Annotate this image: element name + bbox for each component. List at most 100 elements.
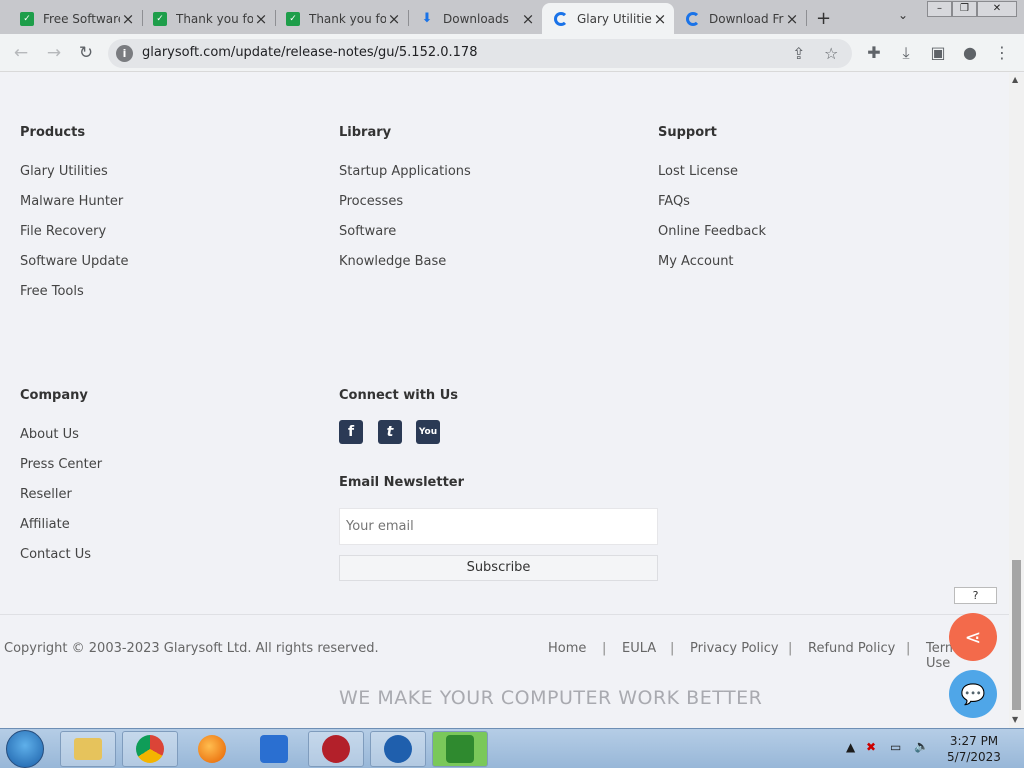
footer-link-eula[interactable]: EULA — [622, 641, 656, 656]
taskbar-iobit[interactable] — [432, 731, 488, 767]
close-icon[interactable]: × — [784, 10, 800, 28]
footer-link[interactable]: Contact Us — [20, 547, 91, 562]
subscribe-button[interactable]: Subscribe — [339, 555, 658, 581]
help-button[interactable]: ? — [954, 587, 997, 604]
footer-link[interactable]: About Us — [20, 427, 79, 442]
taskbar-firefox[interactable] — [184, 731, 240, 767]
extensions-icon[interactable]: ✚ — [864, 43, 884, 62]
footer-link[interactable]: Online Feedback — [658, 224, 766, 239]
footer-link[interactable]: Affiliate — [20, 517, 70, 532]
minimize-button[interactable]: – — [927, 1, 952, 17]
forward-button[interactable]: → — [43, 42, 65, 64]
taskbar-glary[interactable] — [370, 731, 426, 767]
footer-link[interactable]: File Recovery — [20, 224, 106, 239]
footer-link[interactable]: Free Tools — [20, 284, 84, 299]
twitter-icon[interactable]: t — [378, 420, 402, 444]
glary-icon — [554, 11, 568, 26]
bookmark-star-icon[interactable]: ☆ — [824, 44, 838, 63]
close-icon[interactable]: × — [652, 10, 668, 28]
footer-link[interactable]: Lost License — [658, 164, 738, 179]
url-text: glarysoft.com/update/release-notes/gu/5.… — [142, 45, 478, 60]
page-content: Products Glary Utilities Malware Hunter … — [0, 73, 1009, 728]
scroll-up-arrow-icon[interactable]: ▲ — [1012, 75, 1018, 84]
display-icon[interactable]: ▭ — [890, 740, 901, 754]
footer-support: Support Lost License FAQs Online Feedbac… — [658, 125, 958, 275]
back-button[interactable]: ← — [10, 42, 32, 64]
tab-download-free[interactable]: Download Fr × — [674, 3, 806, 34]
footer-link-privacy[interactable]: Privacy Policy — [690, 641, 779, 656]
volume-icon[interactable]: 🔈 — [914, 739, 929, 753]
share-icon: ⋖ — [964, 625, 982, 649]
a-app-icon — [260, 735, 288, 763]
taskbar-explorer[interactable] — [60, 731, 116, 767]
tab-free-software[interactable]: ✓ Free Software × — [8, 3, 142, 34]
glary-icon — [384, 735, 412, 763]
taskbar-app-red[interactable] — [308, 731, 364, 767]
side-panel-icon[interactable]: ▣ — [928, 43, 948, 62]
link-separator: | — [602, 641, 607, 656]
address-bar[interactable]: i glarysoft.com/update/release-notes/gu/… — [108, 39, 852, 68]
tab-thank-you-1[interactable]: ✓ Thank you fo × — [141, 3, 275, 34]
tab-thank-you-2[interactable]: ✓ Thank you fo × — [274, 3, 408, 34]
start-button[interactable] — [6, 730, 44, 768]
tab-title: Downloads — [443, 11, 509, 26]
footer-link[interactable]: FAQs — [658, 194, 690, 209]
share-button[interactable]: ⋖ — [949, 613, 997, 661]
footer-link[interactable]: Press Center — [20, 457, 102, 472]
footer-divider — [0, 614, 1009, 615]
facebook-icon[interactable]: f — [339, 420, 363, 444]
close-icon[interactable]: × — [120, 10, 136, 28]
footer-link[interactable]: My Account — [658, 254, 734, 269]
site-info-icon[interactable]: i — [116, 45, 133, 62]
footer-link[interactable]: Malware Hunter — [20, 194, 123, 209]
footer-link[interactable]: Software — [339, 224, 396, 239]
green-check-icon: ✓ — [286, 11, 300, 26]
clock[interactable]: 3:27 PM 5/7/2023 — [944, 733, 1004, 765]
network-error-icon[interactable]: ✖ — [866, 740, 876, 754]
share-page-icon[interactable]: ⇪ — [792, 44, 805, 63]
link-separator: | — [788, 641, 793, 656]
support-heading: Support — [658, 125, 717, 140]
chrome-icon — [136, 735, 164, 763]
maximize-button[interactable]: ❐ — [952, 1, 977, 17]
scroll-down-arrow-icon[interactable]: ▼ — [1012, 715, 1018, 724]
footer-connect: Connect with Us — [339, 388, 639, 408]
taskbar-chrome[interactable] — [122, 731, 178, 767]
taskbar-app-a[interactable] — [246, 731, 302, 767]
tab-glary-utilities[interactable]: Glary Utilitie × — [542, 3, 674, 34]
reload-button[interactable]: ↻ — [75, 42, 97, 64]
browser-tab-strip: ✓ Free Software × ✓ Thank you fo × ✓ Tha… — [0, 0, 1024, 34]
browser-toolbar: ← → ↻ i glarysoft.com/update/release-not… — [0, 34, 1024, 72]
close-icon[interactable]: × — [253, 10, 269, 28]
library-heading: Library — [339, 125, 392, 140]
tagline: WE MAKE YOUR COMPUTER WORK BETTER — [339, 687, 763, 709]
tab-search-chevron-icon[interactable]: ⌄ — [898, 8, 908, 22]
tab-downloads[interactable]: ⬇ Downloads × — [408, 3, 542, 34]
firefox-icon — [198, 735, 226, 763]
footer-link-refund[interactable]: Refund Policy — [808, 641, 895, 656]
close-icon[interactable]: × — [386, 10, 402, 28]
close-window-button[interactable]: ✕ — [977, 1, 1017, 17]
footer-link[interactable]: Reseller — [20, 487, 72, 502]
downloads-icon[interactable]: ⤓ — [896, 43, 916, 63]
scrollbar-thumb[interactable] — [1012, 560, 1021, 710]
youtube-icon[interactable]: You — [416, 420, 440, 444]
download-icon: ⬇ — [421, 11, 433, 26]
footer-link[interactable]: Processes — [339, 194, 403, 209]
menu-icon[interactable]: ⋮ — [992, 43, 1012, 62]
email-field[interactable] — [339, 508, 658, 545]
footer-link-home[interactable]: Home — [548, 641, 586, 656]
footer-link[interactable]: Startup Applications — [339, 164, 471, 179]
profile-icon[interactable]: ● — [960, 43, 980, 62]
footer-link[interactable]: Knowledge Base — [339, 254, 446, 269]
tab-title: Glary Utilitie — [577, 11, 652, 26]
tray-expand-icon[interactable]: ▲ — [846, 740, 855, 754]
page-scrollbar[interactable]: ▲ ▼ — [1009, 73, 1024, 728]
new-tab-button[interactable]: + — [816, 8, 831, 29]
footer-link[interactable]: Software Update — [20, 254, 129, 269]
iobit-icon — [446, 735, 474, 763]
chat-button[interactable]: 💬 — [949, 670, 997, 718]
footer-link[interactable]: Glary Utilities — [20, 164, 108, 179]
tab-separator — [806, 10, 807, 26]
close-icon[interactable]: × — [520, 10, 536, 28]
